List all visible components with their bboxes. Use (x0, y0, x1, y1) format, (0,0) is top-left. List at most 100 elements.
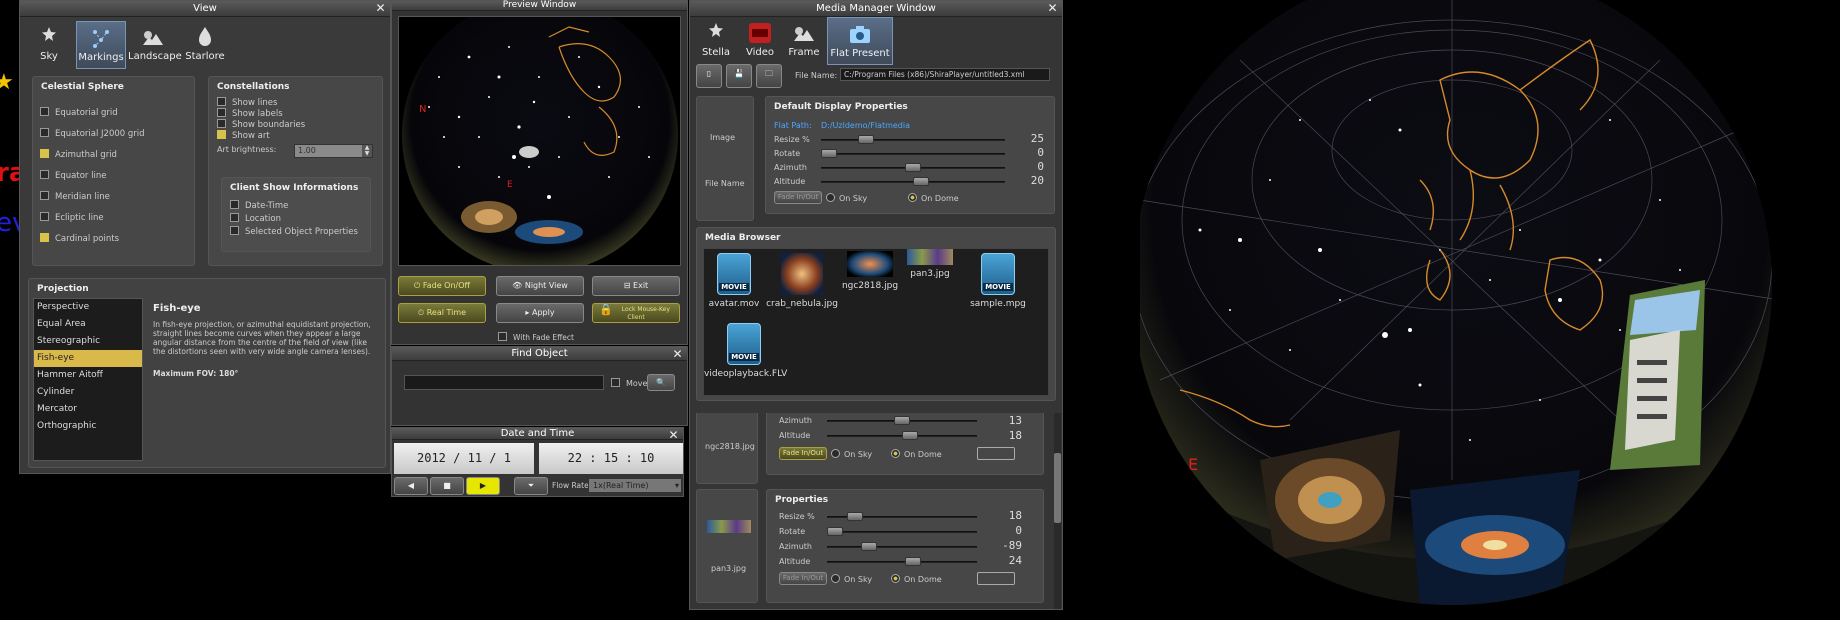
spin-arrows-icon[interactable]: ▲ ▼ (362, 145, 372, 157)
file-name-field[interactable]: C:/Program Files (x86)/ShiraPlayer/untit… (840, 68, 1050, 81)
slider-thumb[interactable] (913, 177, 929, 186)
date-display[interactable]: 2012 / 11 / 1 (394, 443, 534, 474)
dp-altitude-slider[interactable] (821, 177, 1005, 186)
cb-with-fade-effect[interactable]: With Fade Effect (498, 332, 574, 342)
scrollbar-thumb[interactable] (1054, 453, 1061, 523)
tab-flat-present[interactable]: Flat Present (827, 17, 893, 65)
dp-azimuth-slider[interactable] (821, 163, 1005, 172)
cb-equatorial-j2000-grid[interactable]: Equatorial J2000 grid (40, 128, 145, 139)
entries-scrollbar[interactable] (1054, 413, 1061, 609)
e1-on-sky-radio[interactable]: On Sky (831, 449, 872, 459)
slider-thumb[interactable] (861, 542, 877, 551)
cb-date-time[interactable]: Date-Time (230, 200, 288, 211)
tab-starlore[interactable]: Starlore (180, 21, 230, 69)
day-value[interactable]: 1 (504, 451, 511, 465)
close-icon[interactable]: ✕ (1046, 2, 1059, 15)
slider-thumb[interactable] (858, 135, 874, 144)
time-display[interactable]: 22 : 15 : 10 (539, 443, 683, 474)
cb-show-labels[interactable]: Show labels (217, 108, 283, 119)
save-file-button[interactable]: 💾 (726, 64, 752, 88)
tab-sky[interactable]: Sky (24, 21, 74, 69)
projection-orthographic[interactable]: Orthographic (34, 418, 142, 435)
tab-markings[interactable]: Markings (76, 21, 126, 69)
projection-fish-eye[interactable]: Fish-eye (34, 350, 142, 367)
e1-color-field[interactable] (977, 447, 1015, 460)
art-brightness-spinbox[interactable]: 1.00 ▲ ▼ (294, 144, 373, 158)
month-value[interactable]: 11 (468, 451, 482, 465)
e2-resize-slider[interactable] (827, 512, 977, 521)
filter-button[interactable]: ⏷ (514, 477, 548, 495)
slider-thumb[interactable] (827, 527, 843, 536)
stop-button[interactable]: ■ (430, 477, 464, 495)
projection-mercator[interactable]: Mercator (34, 401, 142, 418)
night-view-button[interactable]: 👁 Night View (496, 276, 584, 296)
real-time-button[interactable]: ⏲ Real Time (398, 303, 486, 323)
projection-perspective[interactable]: Perspective (34, 299, 142, 316)
slider-thumb[interactable] (894, 416, 910, 425)
exit-button[interactable]: ⊟ Exit (592, 276, 680, 296)
media-item-videoplayback[interactable]: MOVIE videoplayback.FLV (704, 323, 787, 379)
media-item-avatar[interactable]: MOVIE avatar.mov (704, 253, 764, 309)
dp-resize-slider[interactable] (821, 135, 1005, 144)
find-input[interactable] (404, 375, 604, 390)
minute-value[interactable]: 15 (604, 451, 618, 465)
dp-fade-button[interactable]: Fade In/Out (774, 191, 822, 204)
e1-azimuth-slider[interactable] (827, 416, 977, 425)
tab-video[interactable]: Video (739, 17, 781, 65)
tab-stella[interactable]: Stella (695, 17, 737, 65)
slider-thumb[interactable] (902, 431, 918, 440)
lock-button[interactable]: 🔒 Lock Mouse-Key Client (592, 303, 680, 323)
projection-cylinder[interactable]: Cylinder (34, 384, 142, 401)
cb-equatorial-grid[interactable]: Equatorial grid (40, 107, 118, 118)
tab-frame[interactable]: Frame (783, 17, 825, 65)
rewind-button[interactable]: ◀ (394, 477, 428, 495)
media-item-crab-nebula[interactable]: crab_nebula.jpg (766, 253, 838, 309)
e2-on-dome-radio[interactable]: On Dome (891, 574, 942, 584)
e2-fade-button[interactable]: Fade In/Out (779, 572, 827, 585)
cb-equator-line[interactable]: Equator line (40, 170, 106, 181)
slider-thumb[interactable] (821, 149, 837, 158)
cb-move[interactable]: Move (611, 378, 647, 388)
close-icon[interactable]: ✕ (671, 348, 684, 361)
second-value[interactable]: 10 (640, 451, 654, 465)
projection-hammer-aitoff[interactable]: Hammer Aitoff (34, 367, 142, 384)
e2-altitude-slider[interactable] (827, 557, 977, 566)
close-icon[interactable]: ✕ (667, 429, 680, 442)
e2-azimuth-slider[interactable] (827, 542, 977, 551)
e1-on-dome-radio[interactable]: On Dome (891, 449, 942, 459)
cb-location[interactable]: Location (230, 213, 281, 224)
cb-show-art[interactable]: Show art (217, 130, 270, 141)
e1-fade-button[interactable]: Fade In/Out (779, 447, 827, 460)
play-button[interactable]: ▶ (466, 477, 500, 495)
dp-on-dome-radio[interactable]: On Dome (908, 193, 959, 203)
media-item-ngc2818[interactable]: ngc2818.jpg (840, 251, 900, 291)
e2-color-field[interactable] (977, 572, 1015, 585)
cb-azimuthal-grid[interactable]: Azimuthal grid (40, 149, 117, 160)
open-folder-button[interactable]: 🗀 (756, 64, 782, 88)
close-icon[interactable]: ✕ (374, 2, 387, 15)
cb-cardinal-points[interactable]: Cardinal points (40, 233, 119, 244)
e2-rotate-slider[interactable] (827, 527, 977, 536)
find-search-button[interactable]: 🔍 (647, 374, 675, 391)
dp-rotate-slider[interactable] (821, 149, 1005, 158)
media-item-sample[interactable]: MOVIE sample.mpg (968, 253, 1028, 309)
slider-thumb[interactable] (905, 557, 921, 566)
fade-onoff-button[interactable]: ⏻ Fade On/Off (398, 276, 486, 296)
e1-altitude-slider[interactable] (827, 431, 977, 440)
cb-selected-object[interactable]: Selected Object Properties (230, 226, 358, 237)
tab-landscape[interactable]: Landscape (128, 21, 182, 69)
media-item-pan3[interactable]: pan3.jpg (900, 249, 960, 279)
e2-on-sky-radio[interactable]: On Sky (831, 574, 872, 584)
apply-button[interactable]: ▸ Apply (496, 303, 584, 323)
year-value[interactable]: 2012 (417, 451, 446, 465)
flow-rate-select[interactable]: 1x(Real Time) ▾ (588, 478, 682, 493)
cb-show-boundaries[interactable]: Show boundaries (217, 119, 305, 130)
projection-equal-area[interactable]: Equal Area (34, 316, 142, 333)
hour-value[interactable]: 22 (568, 451, 582, 465)
dp-on-sky-radio[interactable]: On Sky (826, 193, 867, 203)
new-file-button[interactable]: ▯ (696, 64, 722, 88)
slider-thumb[interactable] (847, 512, 863, 521)
slider-thumb[interactable] (905, 163, 921, 172)
cb-meridian-line[interactable]: Meridian line (40, 191, 110, 202)
projection-stereographic[interactable]: Stereographic (34, 333, 142, 350)
